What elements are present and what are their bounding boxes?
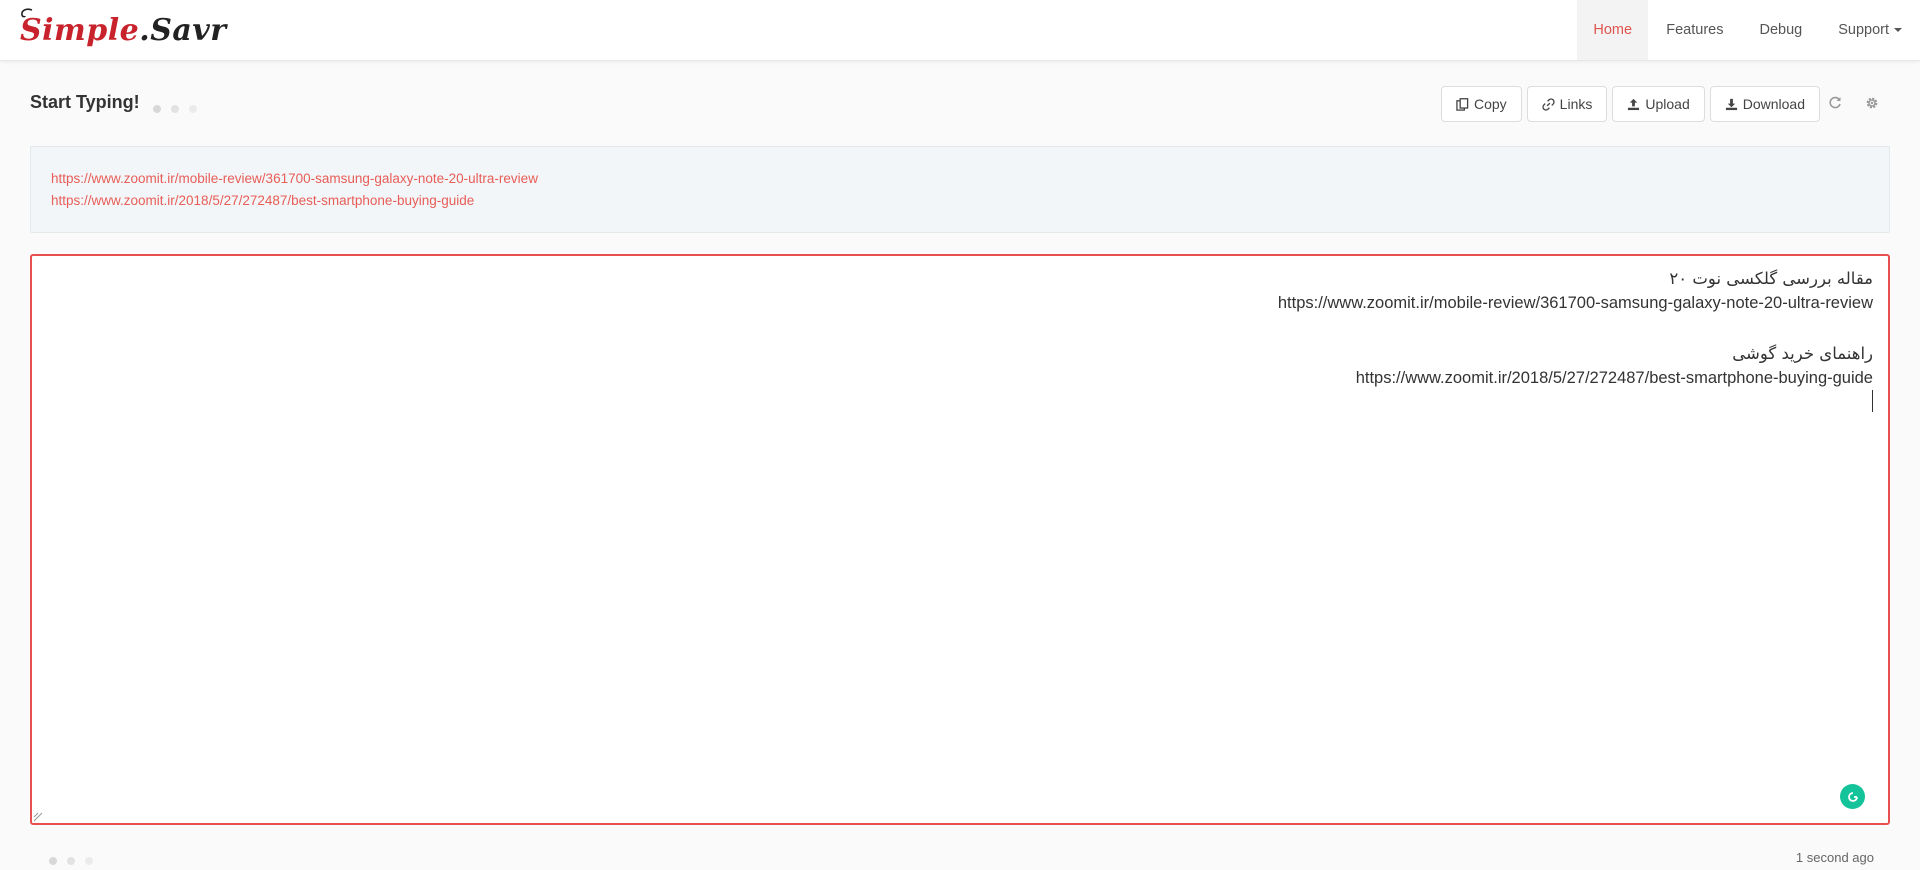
copy-button-label: Copy <box>1473 96 1507 112</box>
upload-button[interactable]: Upload <box>1612 86 1705 122</box>
text-editor[interactable]: مقاله بررسی گلکسی نوت ۲۰ https://www.zoo… <box>30 254 1890 825</box>
upload-icon <box>1628 98 1640 110</box>
links-button[interactable]: Links <box>1526 86 1608 122</box>
logo-swoosh-icon <box>21 8 33 18</box>
nav-support[interactable]: Support <box>1820 0 1920 60</box>
editor-line: راهنمای خرید گوشی <box>1732 344 1873 363</box>
editor-line: https://www.zoomit.ir/mobile-review/3617… <box>1277 294 1873 312</box>
top-navbar: Simple.Savr Home Features Debug Support <box>0 0 1920 61</box>
refresh-icon <box>1829 96 1841 109</box>
detected-link[interactable]: https://www.zoomit.ir/mobile-review/3617… <box>51 168 1869 190</box>
nav-debug[interactable]: Debug <box>1741 0 1820 60</box>
brand-logo[interactable]: Simple.Savr <box>20 8 227 52</box>
settings-button[interactable] <box>1861 92 1883 114</box>
download-button[interactable]: Download <box>1709 86 1820 122</box>
grammarly-icon <box>1847 791 1858 802</box>
main-nav: Home Features Debug Support <box>1577 0 1920 60</box>
footer-dots <box>49 857 93 865</box>
saved-timestamp: 1 second ago <box>1795 850 1874 865</box>
links-panel: https://www.zoomit.ir/mobile-review/3617… <box>30 146 1890 233</box>
grammarly-button[interactable] <box>1840 784 1865 809</box>
nav-support-label: Support <box>1838 22 1889 38</box>
copy-button[interactable]: Copy <box>1440 86 1522 122</box>
nav-features[interactable]: Features <box>1648 0 1741 60</box>
resize-handle-icon[interactable] <box>33 812 43 822</box>
editor-content[interactable]: مقاله بررسی گلکسی نوت ۲۰ https://www.zoo… <box>1278 266 1873 391</box>
page-title: Start Typing! <box>30 92 140 112</box>
download-button-label: Download <box>1742 96 1805 112</box>
logo-text: Simple.Savr <box>20 12 227 48</box>
gear-icon <box>1866 97 1878 109</box>
editor-line: مقاله بررسی گلکسی نوت ۲۰ <box>1669 269 1873 288</box>
editor-line: https://www.zoomit.ir/2018/5/27/272487/b… <box>1355 369 1873 387</box>
nav-home[interactable]: Home <box>1577 0 1649 60</box>
toolbar: Copy Links Upload Download <box>1440 86 1820 122</box>
upload-button-label: Upload <box>1645 96 1690 112</box>
links-button-label: Links <box>1559 96 1593 112</box>
detected-link[interactable]: https://www.zoomit.ir/2018/5/27/272487/b… <box>51 190 1869 212</box>
text-cursor <box>1872 390 1873 412</box>
download-icon <box>1725 98 1737 110</box>
caret-down-icon <box>1894 28 1902 32</box>
link-icon <box>1542 97 1555 111</box>
copy-icon <box>1456 97 1469 111</box>
refresh-button[interactable] <box>1824 92 1846 114</box>
typing-indicator-dots <box>153 105 197 113</box>
